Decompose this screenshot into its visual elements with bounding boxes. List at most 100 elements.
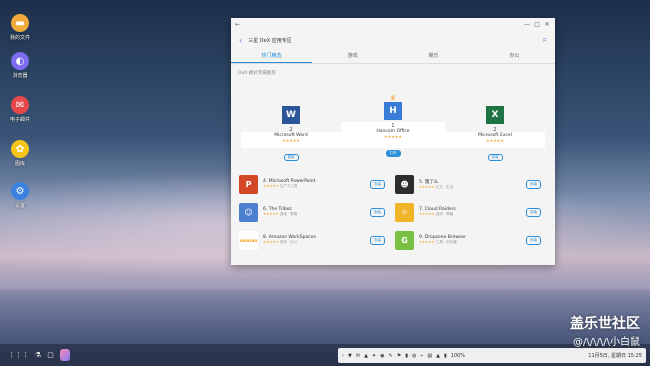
app-list: P 4. Microsoft PowerPoint ★★★★★ 生产力工具 安装 ☻ 5.…	[237, 170, 549, 254]
tray-icon[interactable]: ▨	[427, 353, 432, 359]
tray-icon[interactable]: ▲	[364, 353, 368, 359]
tray-icon[interactable]: ⌁	[420, 353, 423, 359]
desktop-icon[interactable]: ▬ 我的文件	[6, 14, 34, 41]
list-item[interactable]: ☻ 5. 饿了么 ★★★★★ 社交 · 生活 安装	[393, 174, 549, 194]
install-button[interactable]: 安装	[370, 179, 385, 189]
rating-stars: ★★★★★ 游戏 · 策略	[263, 212, 370, 217]
window-back-icon[interactable]: ←	[235, 21, 240, 28]
app-header: ‹ 三星 DeX 应用专区 ⌕	[231, 30, 555, 50]
maximize-icon[interactable]: □	[533, 21, 541, 28]
tab-1[interactable]: 游戏	[312, 50, 393, 63]
list-item[interactable]: P 4. Microsoft PowerPoint ★★★★★ 生产力工具 安装	[237, 174, 393, 194]
close-icon[interactable]: ✕	[543, 21, 551, 28]
install-button[interactable]: 安装	[526, 179, 541, 189]
app-icon: H	[384, 102, 402, 120]
list-item-info: 4. Microsoft PowerPoint ★★★★★ 生产力工具	[258, 179, 370, 189]
tab-bar: 热门精选 游戏 娱乐 办公	[231, 50, 555, 64]
battery-level: 100%	[450, 352, 465, 359]
list-item-category: 游戏 · 策略	[435, 212, 454, 216]
app-icon: X	[486, 106, 504, 124]
list-item-info: 5. 饿了么 ★★★★★ 社交 · 生活	[414, 179, 526, 190]
desktop-icon-label: 我的文件	[9, 35, 30, 41]
rating-stars: ★★★★★ 工具 · 浏览器	[419, 240, 526, 245]
install-button[interactable]: 安装	[526, 235, 541, 245]
stars: ★★★★★	[263, 184, 279, 188]
page-title: 三星 DeX 应用专区	[248, 37, 292, 44]
list-item-info: 7. Cloud Raiders ★★★★★ 游戏 · 策略	[414, 207, 526, 217]
tray-icon[interactable]: ◍	[412, 353, 416, 359]
podium-app[interactable]: ♛ H 1 Hancom Office ★★★★★ 打开	[358, 94, 428, 158]
tray-icon[interactable]: ▲	[436, 353, 440, 359]
rating-stars: ★★★★★ 游戏 · 策略	[419, 212, 526, 217]
list-item[interactable]: G 9. Dropzone Browser ★★★★★ 工具 · 浏览器 安装	[393, 230, 549, 250]
minimize-icon[interactable]: —	[523, 21, 531, 28]
tray-icon[interactable]: ⚑	[397, 353, 401, 359]
list-item-category: 工具 · 浏览器	[435, 240, 457, 244]
list-item-category: 商务 · 办公	[279, 240, 298, 244]
list-item-info: 8. Amazon WorkSpaces ★★★★★ 商务 · 办公	[258, 235, 370, 245]
stars: ★★★★★	[263, 240, 279, 244]
app-icon: ☼	[395, 202, 414, 222]
stars: ★★★★★	[419, 212, 435, 216]
tray-icon[interactable]: ▮	[444, 353, 447, 359]
list-item-info: 6. The Tribez ★★★★★ 游戏 · 策略	[258, 207, 370, 217]
desktop-icon-label: 图库	[14, 161, 25, 167]
section-subtitle: DeX 模式专属推荐	[238, 71, 276, 76]
install-button[interactable]: 安装	[370, 207, 385, 217]
install-button[interactable]: 安装	[526, 207, 541, 217]
taskbar: ⋮⋮⋮ ⚗ ▢ › ▼ ✉ ▲ ✦ ◉ ✎ ⚑ ▮ ◍ ⌁ ▨ ▲ ▮ 100% 11月5日, 星期日 15:25	[0, 344, 650, 366]
tray-icon[interactable]: ▼	[348, 353, 352, 359]
list-row: P 4. Microsoft PowerPoint ★★★★★ 生产力工具 安装 ☻ 5.…	[237, 170, 549, 198]
search-icon[interactable]: ⌕	[543, 35, 547, 45]
watermark-author: @/\/\/\/\小白鼠	[573, 337, 640, 348]
gear-icon: ⚙	[11, 182, 29, 200]
watermark-title: 盖乐世社区	[570, 316, 640, 332]
install-button[interactable]: 安装	[370, 235, 385, 245]
podium-action-button[interactable]: 打开	[385, 150, 401, 157]
list-row: amazon 8. Amazon WorkSpaces ★★★★★ 商务 · 办公安…	[237, 226, 549, 254]
podium-app[interactable]: X 2 Microsoft Excel ★★★★★ 安装	[460, 106, 530, 162]
list-item-info: 9. Dropzone Browser ★★★★★ 工具 · 浏览器	[414, 235, 526, 245]
stars: ★★★★★	[263, 212, 279, 216]
home-icon[interactable]: ▢	[47, 351, 54, 359]
system-tray: › ▼ ✉ ▲ ✦ ◉ ✎ ⚑ ▮ ◍ ⌁ ▨ ▲ ▮ 100% 11月5日, 星期日 15:25	[338, 348, 646, 363]
desktop-icon-label: 设置	[14, 203, 25, 209]
desktop-icon[interactable]: ✿ 图库	[6, 140, 34, 167]
clock[interactable]: 11月5日, 星期日 15:25	[588, 352, 642, 359]
tray-icon[interactable]: ◉	[380, 353, 384, 359]
app-drawer-icon[interactable]: ⋮⋮⋮	[8, 351, 29, 359]
desktop-icon[interactable]: ⚙ 设置	[6, 182, 34, 209]
back-icon[interactable]: ‹	[239, 36, 242, 45]
pinned-app-icon[interactable]	[59, 349, 70, 361]
list-item[interactable]: amazon 8. Amazon WorkSpaces ★★★★★ 商务 · 办公安…	[237, 230, 393, 250]
app-icon: amazon	[239, 230, 258, 250]
rating-stars: ★★★★★	[486, 138, 504, 143]
rating-stars: ★★★★★	[384, 134, 402, 139]
window-titlebar[interactable]: ← — □ ✕	[231, 18, 555, 30]
tray-icon[interactable]: ✉	[356, 353, 360, 359]
list-item[interactable]: ☺ 6. The Tribez ★★★★★ 游戏 · 策略 安装	[237, 202, 393, 222]
podium-action-button[interactable]: 安装	[487, 154, 503, 161]
desktop-icon[interactable]: ◐ 浏览器	[6, 52, 34, 79]
mail-icon: ✉	[11, 96, 29, 114]
list-row: ☺ 6. The Tribez ★★★★★ 游戏 · 策略 安装 ☼ 7. Cloud R…	[237, 198, 549, 226]
desktop-icon[interactable]: ✉ 电子邮件	[6, 96, 34, 123]
tray-icon[interactable]: ▮	[405, 353, 408, 359]
tray-icon[interactable]: ✎	[389, 353, 393, 359]
tab-3[interactable]: 办公	[474, 50, 555, 63]
recent-apps-icon[interactable]: ⚗	[35, 351, 41, 359]
folder-icon: ▬	[11, 14, 29, 32]
tray-icon[interactable]: ✦	[372, 353, 376, 359]
list-item[interactable]: ☼ 7. Cloud Raiders ★★★★★ 游戏 · 策略 安装	[393, 202, 549, 222]
tab-0[interactable]: 热门精选	[231, 50, 312, 63]
tab-2[interactable]: 娱乐	[393, 50, 474, 63]
podium-action-button[interactable]: 更新	[283, 154, 299, 161]
tray-icon[interactable]: ›	[342, 353, 344, 359]
rating-stars: ★★★★★ 生产力工具	[263, 184, 370, 189]
list-item-category: 生产力工具	[279, 184, 298, 188]
crown-icon: ♛	[389, 94, 397, 102]
desktop-icon-label: 浏览器	[12, 73, 28, 79]
stars: ★★★★★	[419, 240, 435, 244]
podium-app[interactable]: W 2 Microsoft Word ★★★★★ 更新	[256, 106, 326, 162]
desktop-icon-label: 电子邮件	[9, 117, 30, 123]
